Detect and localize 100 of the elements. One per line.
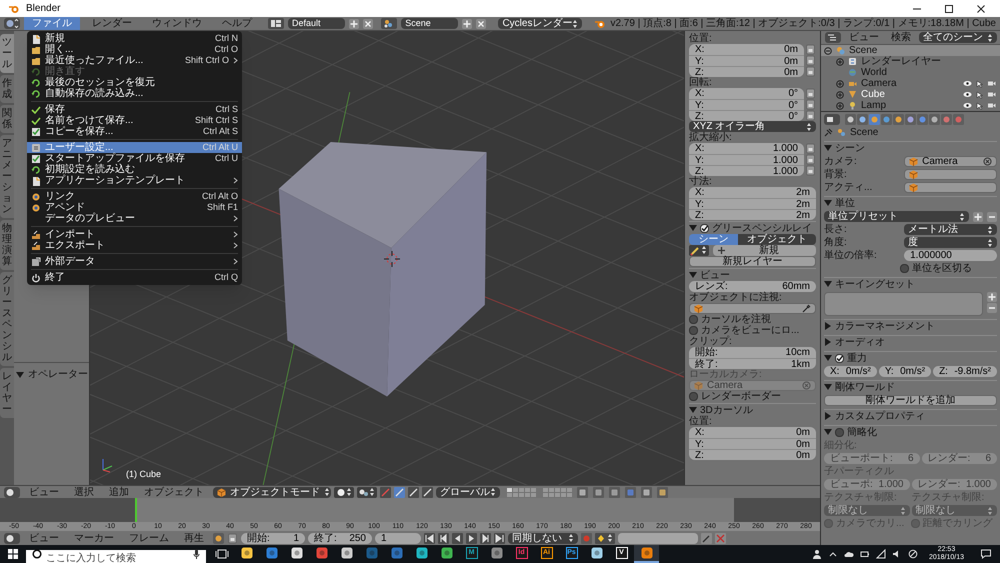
battery-icon[interactable] <box>860 549 870 559</box>
outliner-row[interactable]: Lamp <box>821 100 1000 111</box>
lock-icon[interactable] <box>805 165 816 176</box>
menu-item[interactable]: ヘルプ <box>214 17 260 30</box>
properties-editor-icon[interactable] <box>824 114 840 124</box>
number-field[interactable]: 終了: 1km <box>689 358 816 369</box>
disclosure-triangle-icon[interactable] <box>824 428 832 436</box>
lock-icon[interactable] <box>805 66 816 77</box>
properties-tab[interactable] <box>869 114 880 124</box>
disclosure-triangle-icon[interactable] <box>824 383 832 391</box>
menu-item[interactable]: マーカー <box>68 532 120 544</box>
number-field[interactable]: X: 0m <box>689 427 816 438</box>
blocked-icon[interactable] <box>908 549 918 559</box>
menu-item[interactable]: 選択 <box>68 486 100 498</box>
tab[interactable]: シーン <box>689 234 738 245</box>
person-icon[interactable] <box>812 549 822 559</box>
delete-icon[interactable] <box>363 18 374 28</box>
menu-item[interactable]: 開く... Ctrl O <box>27 44 242 55</box>
disclosure-triangle-icon[interactable] <box>824 280 832 288</box>
menu-item[interactable]: 検索 <box>887 32 915 43</box>
layer-toggle[interactable] <box>507 488 512 492</box>
layer-toggle[interactable] <box>561 492 566 496</box>
number-field[interactable]: 終了: 250 <box>308 532 372 544</box>
clock-icon[interactable] <box>4 532 20 544</box>
pivot-icon[interactable] <box>357 486 377 498</box>
keyframe-icon[interactable] <box>595 532 615 544</box>
notification-icon[interactable] <box>980 548 992 560</box>
preview-range-icon[interactable] <box>213 532 224 544</box>
display-mode-dropdown[interactable]: 全てのシーン <box>919 32 997 43</box>
lock-icon[interactable] <box>805 110 816 121</box>
layer-toggle[interactable] <box>567 492 572 496</box>
expand-icon[interactable] <box>824 46 832 54</box>
lock-icon[interactable] <box>805 143 816 154</box>
toolbar-icon[interactable] <box>657 486 668 498</box>
outliner-row[interactable]: World <box>821 67 1000 78</box>
menu-item[interactable]: 外部データ <box>27 256 242 267</box>
lock-icon[interactable] <box>805 55 816 66</box>
delete-icon[interactable] <box>476 18 486 28</box>
object-field[interactable] <box>904 182 997 193</box>
layer-toggle[interactable] <box>549 488 554 492</box>
add-icon[interactable] <box>349 18 360 28</box>
properties-tab[interactable] <box>941 114 952 124</box>
number-field[interactable]: Z: 0m <box>689 66 804 77</box>
outliner-row[interactable]: Cube <box>821 89 1000 100</box>
layer-toggle[interactable] <box>525 488 530 492</box>
keying-set-field[interactable] <box>618 532 698 544</box>
menu-item[interactable]: インポート <box>27 229 242 240</box>
menu-item[interactable]: 最後のセッションを復元 <box>27 77 242 88</box>
tab[interactable]: オブジェクト <box>738 234 816 245</box>
number-field[interactable]: Z: 0° <box>689 110 804 121</box>
menu-item[interactable]: アプリケーションテンプレート <box>27 175 242 186</box>
remove-icon[interactable] <box>987 303 997 313</box>
layer-toggle[interactable] <box>519 488 524 492</box>
camera-icon[interactable] <box>987 91 996 98</box>
toolshelf-tab[interactable]: アニメーション <box>0 135 14 218</box>
properties-tab[interactable] <box>881 114 892 124</box>
menu-item[interactable]: 新規 Ctrl N <box>27 33 242 44</box>
lock-icon[interactable] <box>805 154 816 165</box>
toolshelf-tab[interactable]: 物理演算 <box>0 220 14 270</box>
toolshelf-tab[interactable]: ツール <box>0 34 14 73</box>
disclosure-triangle-icon[interactable] <box>824 338 832 346</box>
number-field[interactable]: X: 2m <box>689 187 816 198</box>
insert-key-icon[interactable] <box>701 532 712 544</box>
number-field[interactable]: Y: 0m <box>689 55 804 66</box>
close-icon[interactable] <box>976 4 986 14</box>
dropdown[interactable]: 単位プリセット <box>824 211 969 222</box>
eye-icon[interactable] <box>963 102 972 109</box>
dropdown[interactable]: メートル法 <box>904 224 997 235</box>
menu-item[interactable]: 再生 <box>178 532 210 544</box>
button[interactable]: 新規レイヤー <box>689 256 816 267</box>
menu-item[interactable]: 初期設定を読み込む <box>27 164 242 175</box>
number-field[interactable]: レンズ: 60mm <box>689 281 816 292</box>
number-field[interactable]: Y: 0m/s² <box>878 366 932 377</box>
disclosure-triangle-icon[interactable] <box>16 370 24 378</box>
properties-tab[interactable] <box>917 114 928 124</box>
playback-icon[interactable] <box>480 532 491 544</box>
camera-icon[interactable] <box>987 102 996 109</box>
object-field[interactable]: Camera <box>904 156 997 167</box>
checkbox[interactable] <box>835 354 844 362</box>
layer-toggle[interactable] <box>513 488 518 492</box>
properties-tab[interactable] <box>845 114 856 124</box>
disclosure-triangle-icon[interactable] <box>689 271 697 279</box>
layout-field[interactable]: Default <box>288 18 346 29</box>
number-field[interactable]: Y: 0° <box>689 99 804 110</box>
remove-icon[interactable] <box>987 212 997 222</box>
number-field[interactable]: Y: 2m <box>689 198 816 209</box>
camera-icon[interactable] <box>987 80 996 87</box>
properties-tab[interactable] <box>905 114 916 124</box>
layer-toggle[interactable] <box>513 492 518 496</box>
layer-toggle[interactable] <box>561 488 566 492</box>
number-field[interactable]: Z: 1.000 <box>689 165 804 176</box>
screen-layout-icon[interactable] <box>268 18 284 29</box>
number-field[interactable]: Y: 1.000 <box>689 154 804 165</box>
expand-icon[interactable] <box>836 80 844 88</box>
new-button[interactable]: 新規 <box>713 245 816 256</box>
eye-icon[interactable] <box>963 80 972 87</box>
expand-icon[interactable] <box>836 102 844 110</box>
menu-item[interactable]: ビュー <box>23 532 65 544</box>
expand-icon[interactable] <box>836 90 844 98</box>
menu-item[interactable]: ビュー <box>845 32 883 43</box>
